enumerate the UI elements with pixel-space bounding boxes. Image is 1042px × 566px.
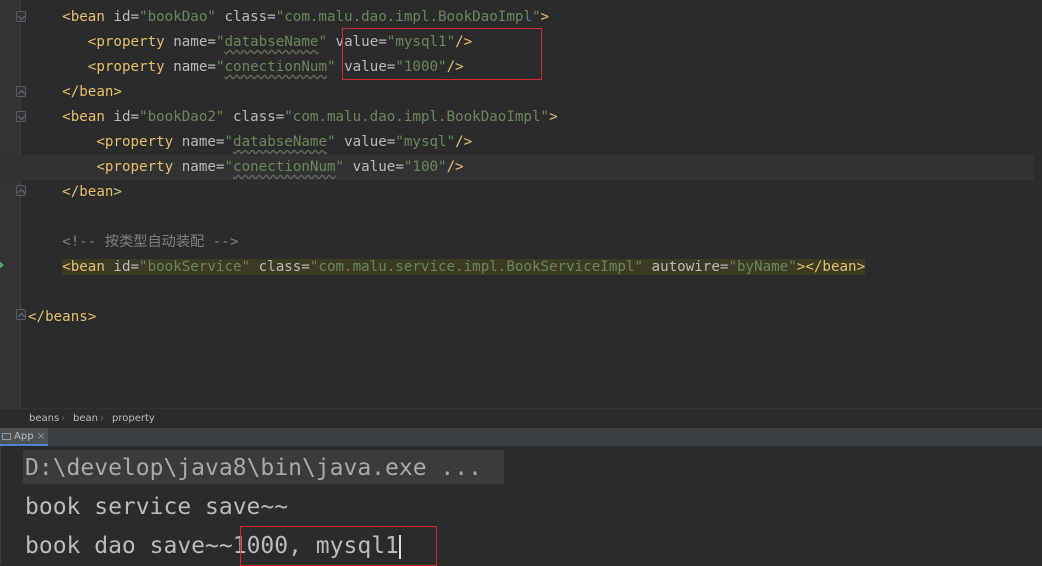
- code-line[interactable]: <bean id="bookDao2" class="com.malu.dao.…: [0, 105, 1034, 130]
- app-icon: [2, 433, 11, 440]
- run-toolwindow-tabs: App ×: [0, 428, 1042, 447]
- code-token: conectionNum: [224, 59, 327, 75]
- breadcrumb-separator-icon: ›: [100, 413, 104, 424]
- code-token: ": [335, 159, 345, 175]
- code-line-text: <bean id="bookService" class="com.malu.s…: [28, 255, 866, 280]
- code-token: >: [549, 109, 558, 125]
- code-token: />: [446, 159, 464, 175]
- breadcrumb-separator-icon: ›: [61, 413, 65, 424]
- highlight-box-output: [240, 526, 437, 566]
- code-line-text: </bean>: [28, 80, 122, 105]
- code-line[interactable]: <property name="conectionNum" value="100…: [0, 155, 1034, 180]
- code-token: <property: [96, 159, 182, 175]
- code-token: ": [224, 134, 234, 150]
- code-token: <property: [96, 134, 182, 150]
- code-line[interactable]: </bean>: [0, 80, 1034, 105]
- code-token: name=: [173, 59, 216, 75]
- code-token: class=: [215, 9, 276, 25]
- code-token: ": [224, 159, 234, 175]
- code-token: <bean: [62, 259, 114, 275]
- code-token: </beans>: [28, 309, 97, 325]
- code-token: </bean>: [62, 84, 122, 100]
- code-token: "bookDao": [139, 9, 216, 25]
- code-line[interactable]: <property name="databseName" value="mysq…: [0, 130, 1034, 155]
- code-line[interactable]: <bean id="bookService" class="com.malu.s…: [0, 255, 1034, 280]
- console-command-line[interactable]: D:\develop\java8\bin\java.exe ...: [25, 450, 482, 486]
- breadcrumb: beans › bean › property: [0, 408, 1042, 429]
- code-token: </bean>: [62, 184, 122, 200]
- code-token: class=: [250, 259, 310, 275]
- code-token: "bookDao2": [139, 109, 225, 125]
- code-line[interactable]: </bean>: [0, 180, 1034, 205]
- code-token: "com.malu.dao.impl.BookDaoImpl": [284, 109, 550, 125]
- console-output-prefix: book dao save~~: [25, 533, 233, 559]
- code-token: conectionNum: [233, 159, 336, 175]
- code-line[interactable]: </beans>: [0, 305, 1034, 330]
- code-token: />: [455, 134, 473, 150]
- code-line-text: </beans>: [28, 305, 96, 330]
- highlight-box-values: [342, 28, 542, 80]
- code-token: id=: [113, 9, 140, 25]
- code-token: <property: [87, 34, 174, 50]
- code-token: databseName: [233, 134, 327, 150]
- code-token: <property: [87, 59, 174, 75]
- code-line[interactable]: [0, 280, 1034, 305]
- code-line[interactable]: <bean id="bookDao" class="com.malu.dao.i…: [0, 5, 1034, 30]
- code-line-text: <!-- 按类型自动装配 -->: [28, 230, 238, 255]
- code-token: value=: [344, 159, 404, 175]
- code-token: ></bean>: [796, 259, 866, 275]
- breadcrumb-item-bean[interactable]: bean: [73, 409, 98, 429]
- code-token: class=: [224, 109, 285, 125]
- breadcrumb-item-property[interactable]: property: [112, 409, 155, 429]
- code-token: <bean: [62, 9, 114, 25]
- code-line[interactable]: [0, 205, 1034, 230]
- code-token: name=: [181, 134, 225, 150]
- code-token: databseName: [224, 34, 319, 50]
- run-tab-app[interactable]: App ×: [0, 428, 48, 446]
- code-token: "bookService": [139, 259, 251, 275]
- code-token: value=: [335, 134, 396, 150]
- code-line[interactable]: <!-- 按类型自动装配 -->: [0, 230, 1034, 255]
- code-line-text: </bean>: [28, 180, 122, 205]
- code-token: ": [326, 59, 336, 75]
- code-token: <!-- 按类型自动装配 -->: [62, 234, 239, 250]
- code-token: "mysql": [395, 134, 456, 150]
- code-token: ": [327, 134, 336, 150]
- code-token: id=: [113, 259, 140, 275]
- code-token: name=: [173, 34, 216, 50]
- code-token: name=: [181, 159, 225, 175]
- code-line-text: <property name="databseName" value="mysq…: [28, 130, 472, 155]
- code-token: "com.malu.service.impl.BookServiceImpl": [309, 259, 644, 275]
- code-line-text: <property name="conectionNum" value="100…: [28, 155, 464, 180]
- console-output-line: book service save~~: [25, 494, 289, 520]
- code-token: autowire=: [643, 259, 729, 275]
- code-token: >: [540, 9, 550, 25]
- code-token: "100": [403, 159, 447, 175]
- code-token: "byName": [728, 259, 797, 275]
- close-icon[interactable]: ×: [37, 428, 45, 446]
- run-tab-label: App: [14, 431, 34, 442]
- code-token: id=: [113, 109, 140, 125]
- breadcrumb-item-beans[interactable]: beans: [29, 409, 59, 429]
- console-output[interactable]: D:\develop\java8\bin\java.exe ... book s…: [0, 446, 1042, 566]
- code-editor[interactable]: <bean id="bookDao" class="com.malu.dao.i…: [0, 0, 1042, 408]
- code-token: "com.malu.dao.impl.BookDaoImpl": [275, 9, 541, 25]
- code-line-text: <bean id="bookDao" class="com.malu.dao.i…: [28, 5, 549, 30]
- code-line-text: <bean id="bookDao2" class="com.malu.dao.…: [28, 105, 558, 130]
- code-token: ": [318, 34, 327, 50]
- code-token: <bean: [62, 109, 114, 125]
